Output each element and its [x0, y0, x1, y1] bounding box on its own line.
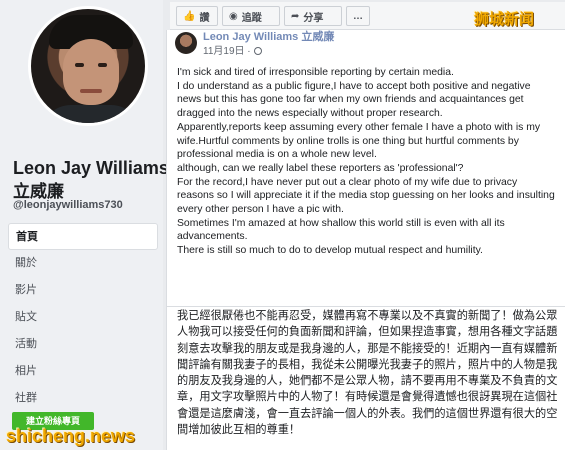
profile-name[interactable]: Leon Jay Williams — [13, 158, 169, 179]
share-label: 分享 — [303, 12, 324, 24]
post-paragraph: I do understand as a public figure,I hav… — [177, 80, 531, 120]
page-nav: 首頁 關於 影片 貼文 活動 相片 社群 — [8, 223, 158, 412]
watermark-top-right: 狮城新闻 — [474, 11, 535, 28]
page-sidebar: Leon Jay Williams 立威廉 @leonjaywilliams73… — [0, 0, 169, 450]
nav-item-photos[interactable]: 相片 — [8, 358, 158, 385]
more-options-button[interactable]: … — [346, 6, 370, 26]
follow-button[interactable]: ◉ 追蹤 — [222, 6, 280, 26]
follow-label: 追蹤 — [241, 12, 262, 24]
post-date[interactable]: 11月19日 · — [203, 42, 262, 57]
like-label: 讚 — [199, 12, 210, 24]
share-arrow-icon: ➦ — [291, 10, 300, 22]
profile-handle[interactable]: @leonjaywilliams730 — [13, 199, 123, 211]
watermark-bottom-left: shicheng.news — [6, 426, 136, 446]
post-chinese-text: 我已經很厭倦也不能再忍受，媒體再寫不專業以及不真實的新聞了！做為公眾人物我可以接… — [177, 310, 558, 437]
post-english-text: I'm sick and tired of irresponsible repo… — [177, 66, 557, 258]
share-button[interactable]: ➦ 分享 — [284, 6, 342, 26]
nav-item-home[interactable]: 首頁 — [8, 223, 158, 250]
post-divider — [167, 306, 565, 307]
globe-icon — [253, 47, 262, 55]
nav-item-posts[interactable]: 貼文 — [8, 304, 158, 331]
rss-icon: ◉ — [229, 10, 238, 22]
post-paragraph: There is still so much to do to develop … — [177, 245, 483, 257]
nav-item-videos[interactable]: 影片 — [8, 277, 158, 304]
post-paragraph: although, can we really label these repo… — [177, 162, 464, 174]
post-paragraph: For the record,I have never put out a cl… — [177, 176, 555, 216]
nav-item-community[interactable]: 社群 — [8, 385, 158, 412]
more-label: … — [353, 10, 363, 22]
post-author-avatar[interactable] — [175, 32, 197, 54]
post-card: Leon Jay Williams 立威廉 11月19日 · I'm sick … — [166, 30, 565, 450]
post-paragraph: I'm sick and tired of irresponsible repo… — [177, 67, 454, 78]
thumbs-up-icon: 👍 — [183, 10, 196, 22]
nav-item-about[interactable]: 關於 — [8, 250, 158, 277]
post-paragraph: Apparently,reports keep assuming every o… — [177, 121, 541, 161]
post-date-text: 11月19日 · — [203, 46, 251, 57]
like-button[interactable]: 👍 讚 — [176, 6, 218, 26]
nav-item-events[interactable]: 活動 — [8, 331, 158, 358]
profile-avatar[interactable] — [28, 6, 148, 126]
post-paragraph: Sometimes I'm amazed at how shallow this… — [177, 217, 505, 243]
